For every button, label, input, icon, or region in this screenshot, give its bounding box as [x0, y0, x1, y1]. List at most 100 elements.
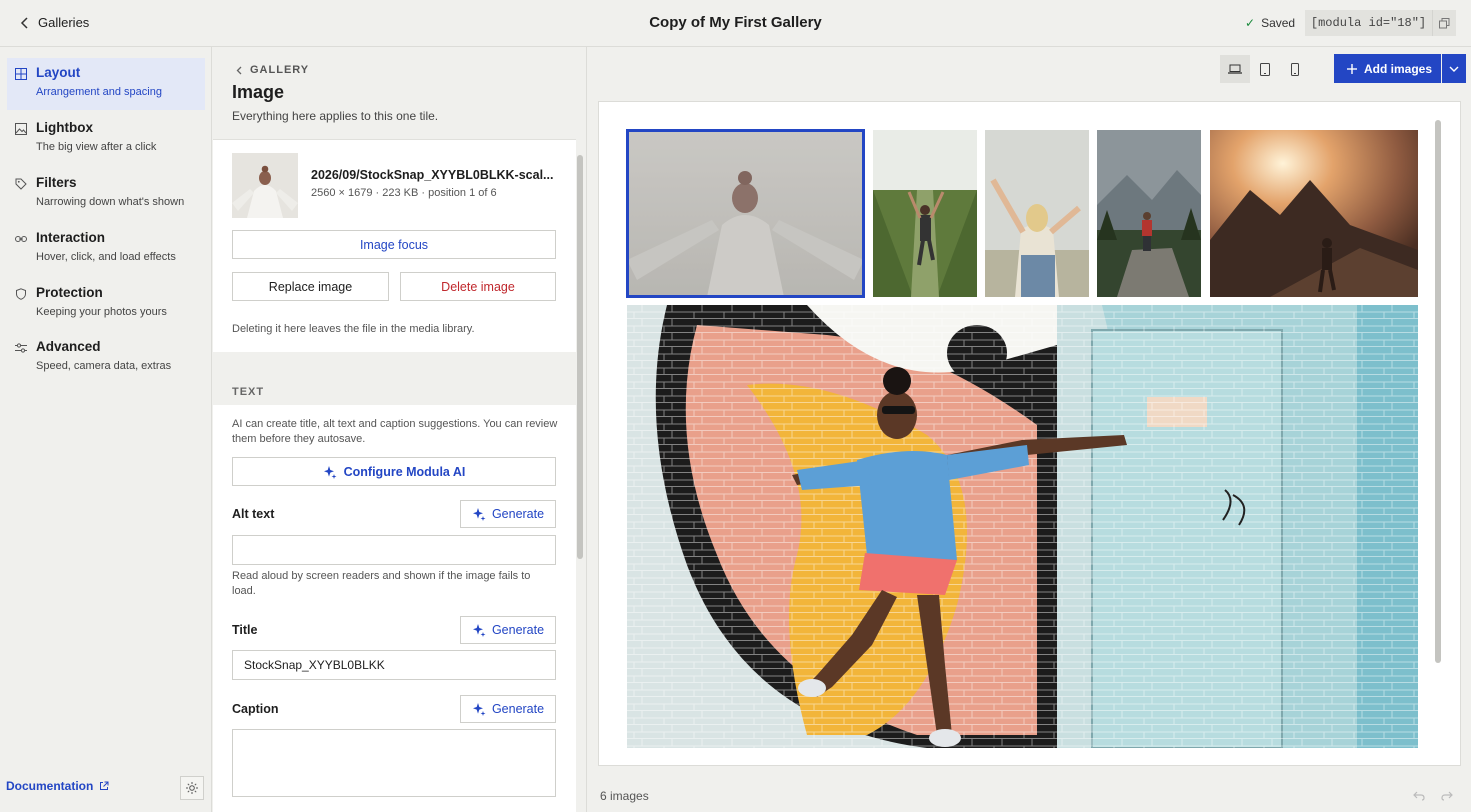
nav-item-sub: Speed, camera data, extras [36, 360, 172, 372]
gallery-tile[interactable] [626, 129, 865, 298]
configure-ai-button[interactable]: Configure Modula AI [232, 457, 556, 486]
back-to-gallery-link[interactable]: GALLERY [236, 64, 309, 76]
nav-item-advanced[interactable]: Advanced Speed, camera data, extras [7, 332, 205, 384]
device-switcher [1220, 55, 1310, 83]
image-settings-panel: GALLERY Image Everything here applies to… [213, 47, 585, 812]
sparkle-icon [472, 703, 486, 716]
theme-toggle-button[interactable] [180, 776, 204, 800]
desktop-preview-button[interactable] [1220, 55, 1250, 83]
nav-item-protection[interactable]: Protection Keeping your photos yours [7, 278, 205, 330]
image-focus-button[interactable]: Image focus [232, 230, 556, 259]
nav-item-label: Protection [36, 285, 103, 300]
nav-item-filters[interactable]: Filters Narrowing down what's shown [7, 168, 205, 220]
gallery-tile[interactable] [1210, 130, 1418, 297]
external-link-icon [100, 781, 109, 790]
undo-icon [1413, 791, 1425, 801]
caption-textarea[interactable] [232, 729, 556, 797]
tablet-preview-button[interactable] [1250, 55, 1280, 83]
link-icon [15, 236, 27, 242]
phone-icon [1291, 62, 1299, 76]
crumb-label: GALLERY [250, 64, 310, 76]
canvas-scrollbar[interactable] [1435, 120, 1441, 663]
add-images-dropdown-button[interactable] [1442, 54, 1466, 83]
copy-shortcode-button[interactable] [1432, 10, 1456, 36]
nav-item-label: Advanced [36, 339, 101, 354]
gallery-tile[interactable] [627, 305, 1418, 748]
top-bar: Galleries Copy of My First Gallery ✓ Sav… [0, 0, 1471, 47]
alt-text-label: Alt text [232, 507, 275, 521]
chevron-left-icon [20, 16, 28, 29]
generate-label: Generate [491, 623, 545, 637]
redo-icon [1441, 791, 1453, 801]
settings-nav: Layout Arrangement and spacing Lightbox … [0, 47, 212, 812]
sparkle-icon [472, 508, 486, 521]
text-section-title: TEXT [232, 386, 265, 398]
generate-label: Generate [491, 702, 545, 716]
gallery-tile[interactable] [873, 130, 977, 297]
nav-item-label: Lightbox [36, 120, 93, 135]
text-section-header: TEXT [213, 352, 576, 405]
undo-button[interactable] [1413, 789, 1425, 804]
add-images-button[interactable]: Add images [1334, 54, 1441, 83]
nav-item-sub: Arrangement and spacing [36, 86, 162, 98]
documentation-label: Documentation [6, 779, 94, 793]
sun-icon [186, 782, 198, 794]
nav-item-interaction[interactable]: Interaction Hover, click, and load effec… [7, 223, 205, 275]
tablet-icon [1260, 62, 1270, 76]
saved-label: Saved [1261, 16, 1296, 30]
documentation-link[interactable]: Documentation [6, 779, 109, 793]
chevron-down-icon [1449, 66, 1459, 72]
image-count: 6 images [600, 789, 649, 803]
title-input[interactable]: StockSnap_XYYBL0BLKK [232, 650, 556, 680]
sparkle-icon [323, 465, 337, 479]
nav-item-label: Layout [36, 65, 81, 80]
image-icon [15, 123, 27, 135]
caption-label: Caption [232, 702, 279, 716]
panel-subtitle: Everything here applies to this one tile… [232, 109, 439, 123]
nav-item-sub: Narrowing down what's shown [36, 196, 185, 208]
panel-scrollbar[interactable] [577, 155, 583, 559]
sparkle-icon [472, 624, 486, 637]
shortcode-display[interactable]: [modula id="18"] [1305, 10, 1432, 36]
redo-button[interactable] [1441, 789, 1453, 804]
chevron-left-icon [236, 66, 242, 74]
copy-icon [1439, 17, 1450, 28]
title-label: Title [232, 623, 258, 637]
laptop-icon [1228, 64, 1242, 74]
gallery-tile[interactable] [1097, 130, 1201, 297]
generate-alt-button[interactable]: Generate [460, 500, 556, 528]
gallery-tile[interactable] [985, 130, 1089, 297]
generate-label: Generate [491, 507, 545, 521]
panel-title: Image [232, 82, 285, 102]
delete-note: Deleting it here leaves the file in the … [232, 323, 475, 335]
shield-icon [16, 288, 26, 300]
grid-icon [15, 68, 27, 80]
configure-ai-label: Configure Modula AI [343, 464, 466, 479]
generate-caption-button[interactable]: Generate [460, 695, 556, 723]
replace-image-button[interactable]: Replace image [232, 272, 389, 301]
alt-text-input[interactable] [232, 535, 556, 565]
generate-title-button[interactable]: Generate [460, 616, 556, 644]
gallery-canvas [598, 101, 1461, 766]
image-thumbnail [232, 153, 298, 218]
back-to-galleries-link[interactable]: Galleries [20, 15, 89, 30]
gallery-preview-area: Add images 6 images [586, 47, 1471, 812]
panel-header: GALLERY Image Everything here applies to… [213, 47, 585, 138]
plus-icon [1347, 63, 1357, 74]
nav-item-lightbox[interactable]: Lightbox The big view after a click [7, 113, 205, 165]
check-icon: ✓ [1245, 16, 1256, 30]
nav-item-sub: Keeping your photos yours [36, 306, 167, 318]
image-file-card: 2026/09/StockSnap_XYYBL0BLKK-scal... 256… [213, 139, 576, 352]
nav-item-label: Filters [36, 175, 77, 190]
file-name: 2026/09/StockSnap_XYYBL0BLKK-scal... [311, 168, 554, 182]
back-label: Galleries [38, 15, 90, 30]
mobile-preview-button[interactable] [1280, 55, 1310, 83]
save-status: ✓ Saved [1245, 16, 1295, 30]
tag-icon [15, 178, 27, 190]
nav-item-layout[interactable]: Layout Arrangement and spacing [7, 58, 205, 110]
delete-image-button[interactable]: Delete image [400, 272, 556, 301]
file-meta: 2560 × 1679 · 223 KB · position 1 of 6 [311, 187, 497, 199]
ai-hint: AI can create title, alt text and captio… [232, 418, 558, 445]
sliders-icon [15, 343, 27, 353]
add-images-label: Add images [1364, 61, 1433, 76]
